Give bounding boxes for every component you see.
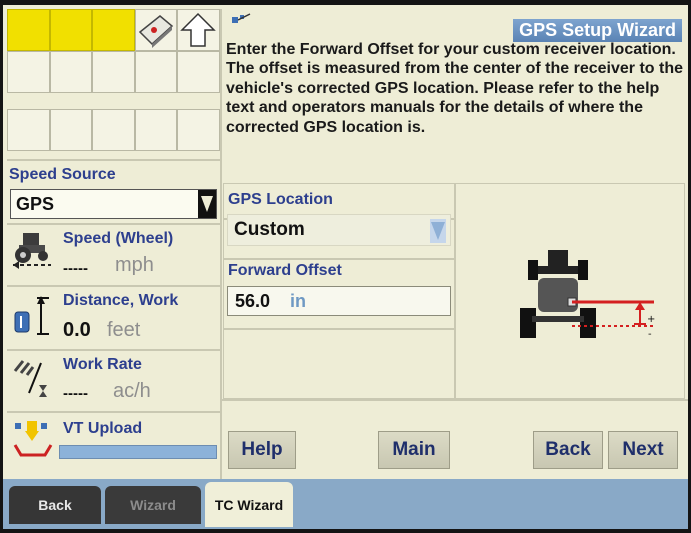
- up-arrow-icon: [180, 12, 217, 47]
- shortcut-row-1: [7, 9, 220, 51]
- dropdown-arrow-icon: [198, 190, 216, 218]
- screen: Speed Source GPS Speed (Wheel) ----- mph: [3, 5, 688, 529]
- speed-source-label: Speed Source: [9, 166, 116, 183]
- vt-upload-label: VT Upload: [63, 420, 143, 437]
- divider: [7, 159, 220, 161]
- divider: [7, 285, 220, 287]
- notebook-icon: [138, 15, 173, 48]
- tractor-offset-diagram: + -: [520, 250, 655, 340]
- shortcut-cell[interactable]: [177, 109, 220, 151]
- instructions-text: Enter the Forward Offset for your custom…: [226, 41, 684, 136]
- speed-source-dropdown[interactable]: GPS: [10, 189, 217, 219]
- shortcut-row-3: [7, 109, 220, 151]
- shortcut-cell[interactable]: [177, 51, 220, 93]
- shortcut-cell[interactable]: [134, 109, 178, 151]
- distance-value: 0.0: [63, 319, 91, 341]
- shortcut-cell[interactable]: [7, 109, 50, 151]
- page-title: GPS Setup Wizard: [513, 19, 682, 42]
- gps-location-dropdown[interactable]: Custom: [227, 214, 451, 246]
- shortcut-cell[interactable]: [49, 51, 93, 93]
- shortcut-cell[interactable]: [92, 51, 135, 93]
- tab-wizard[interactable]: Wizard: [105, 486, 201, 524]
- forward-offset-unit: in: [290, 291, 306, 311]
- help-button[interactable]: Help: [228, 431, 296, 469]
- work-rate-label: Work Rate: [63, 356, 142, 373]
- offset-diagram-panel: + -: [455, 183, 685, 399]
- speed-value: -----: [63, 260, 88, 277]
- svg-text:+: +: [647, 314, 655, 325]
- forward-offset-value: 56.0: [235, 291, 271, 311]
- divider: [7, 349, 220, 351]
- work-rate-icon: [13, 360, 47, 397]
- tab-tc-wizard[interactable]: TC Wizard: [205, 482, 293, 527]
- forward-offset-label: Forward Offset: [228, 262, 342, 279]
- gps-location-value: Custom: [234, 219, 305, 240]
- shortcut-cell[interactable]: [92, 9, 135, 51]
- tractor-speed-icon: [13, 233, 51, 269]
- svg-text:-: -: [648, 329, 652, 340]
- speed-source-value: GPS: [16, 194, 55, 214]
- shortcut-row-2: [7, 51, 220, 93]
- gps-location-label: GPS Location: [228, 191, 333, 208]
- shortcut-cell[interactable]: [7, 51, 50, 93]
- back-button[interactable]: Back: [533, 431, 603, 469]
- vt-upload-progress-bar: [59, 445, 217, 459]
- shortcut-cell[interactable]: [49, 109, 93, 151]
- shortcut-cell[interactable]: [134, 51, 178, 93]
- speed-label: Speed (Wheel): [63, 230, 174, 247]
- shortcut-cell[interactable]: [92, 109, 135, 151]
- distance-work-icon: [14, 296, 49, 335]
- speed-unit: mph: [115, 254, 154, 276]
- up-arrow-cell[interactable]: [177, 9, 220, 51]
- divider: [7, 411, 220, 413]
- main-button[interactable]: Main: [378, 431, 450, 469]
- tab-back[interactable]: Back: [9, 486, 101, 524]
- tab-bar: Back Wizard TC Wizard: [3, 479, 688, 529]
- divider: [7, 223, 220, 225]
- satellite-icon: [232, 13, 251, 23]
- shortcut-cell[interactable]: [7, 9, 50, 51]
- work-rate-value: -----: [63, 385, 88, 402]
- shortcut-cell[interactable]: [49, 9, 93, 51]
- left-panel: Speed Source GPS Speed (Wheel) ----- mph: [7, 9, 220, 479]
- vt-upload-icon: [13, 421, 53, 457]
- forward-offset-field[interactable]: 56.0 in: [227, 286, 451, 316]
- notebook-tool-cell[interactable]: [134, 9, 178, 51]
- dropdown-arrow-icon: [430, 219, 446, 243]
- distance-unit: feet: [107, 319, 141, 341]
- distance-label: Distance, Work: [63, 292, 179, 309]
- work-rate-unit: ac/h: [113, 380, 151, 402]
- next-button[interactable]: Next: [608, 431, 678, 469]
